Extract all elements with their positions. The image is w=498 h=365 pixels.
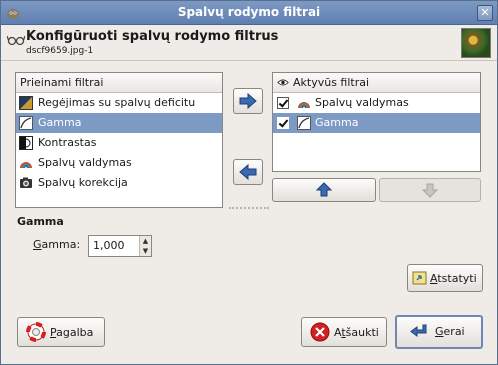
gamma-icon (19, 116, 33, 130)
gamma-label-mnemonic: G (33, 238, 42, 251)
arrow-left-icon (239, 163, 257, 181)
list-item-label: Spalvų korekcija (38, 176, 128, 189)
cancel-icon (310, 322, 330, 342)
return-arrow-icon (410, 324, 427, 337)
dialog-title: Konfigūruoti spalvų rodymo filtrus (26, 29, 279, 44)
remove-filter-button[interactable] (233, 159, 263, 185)
active-item-gamma[interactable]: Gamma (273, 113, 480, 133)
gamma-label-text: amma: (41, 238, 81, 251)
list-item-color-correction[interactable]: Spalvų korekcija (16, 173, 222, 193)
spin-down-button[interactable]: ▼ (140, 246, 151, 256)
color-management-icon (20, 162, 32, 169)
add-filter-button[interactable] (233, 88, 263, 114)
ok-label: Gerai (435, 317, 465, 347)
reset-text: tstatyti (437, 272, 477, 285)
enable-checkbox[interactable] (277, 97, 289, 109)
enable-checkbox[interactable] (277, 117, 289, 129)
ok-text: erai (443, 325, 465, 338)
list-item-color-deficient[interactable]: Regėjimas su spalvų deficitu (16, 93, 222, 113)
active-filters-list[interactable]: Aktyvūs filtrai Spalvų valdymas Gamma (272, 72, 481, 172)
spin-arrows: ▲ ▼ (139, 236, 151, 256)
color-management-icon (298, 102, 310, 109)
active-filters-header-label: Aktyvūs filtrai (293, 76, 370, 89)
cancel-text: šaukti (345, 326, 379, 339)
window-title: Spalvų rodymo filtrai (177, 5, 321, 19)
lifebuoy-icon (26, 322, 46, 342)
cancel-label: Atšaukti (334, 318, 379, 346)
cancel-button[interactable]: Atšaukti (301, 317, 387, 347)
color-deficient-icon (19, 96, 33, 110)
title-bar: Spalvų rodymo filtrai ✕ (1, 1, 497, 25)
contrast-icon (19, 136, 33, 150)
spin-up-button[interactable]: ▲ (140, 236, 151, 246)
active-filters-header: Aktyvūs filtrai (273, 73, 480, 93)
gamma-icon (297, 116, 311, 130)
ok-mnemonic: G (435, 325, 444, 338)
active-item-label: Spalvų valdymas (315, 96, 409, 109)
pane-resize-handle[interactable] (229, 207, 269, 210)
list-item-gamma[interactable]: Gamma (16, 113, 222, 133)
dialog-header: Konfigūruoti spalvų rodymo filtrus dscf9… (1, 25, 497, 61)
image-thumbnail (461, 28, 491, 58)
arrow-right-icon (239, 92, 257, 110)
glasses-icon (7, 35, 25, 46)
color-correction-icon (20, 177, 32, 188)
list-item-label: Regėjimas su spalvų deficitu (38, 96, 196, 109)
available-filters-header: Prieinami filtrai (16, 73, 222, 93)
help-button[interactable]: Pagalba (17, 317, 105, 347)
active-item-color-management[interactable]: Spalvų valdymas (273, 93, 480, 113)
help-label: Pagalba (50, 318, 93, 346)
list-item-label: Kontrastas (38, 136, 97, 149)
available-filters-list[interactable]: Prieinami filtrai Regėjimas su spalvų de… (15, 72, 223, 208)
reset-button[interactable]: Atstatyti (407, 264, 483, 292)
image-name: dscf9659.jpg-1 (26, 46, 94, 56)
list-item-color-management[interactable]: Spalvų valdymas (16, 153, 222, 173)
list-item-contrast[interactable]: Kontrastas (16, 133, 222, 153)
active-item-label: Gamma (315, 116, 359, 129)
gamma-spinbutton[interactable]: 1,000 ▲ ▼ (88, 235, 152, 257)
move-down-button[interactable] (379, 178, 481, 202)
arrow-up-icon (315, 182, 333, 197)
gamma-label: Gamma: (33, 238, 80, 251)
help-text: agalba (56, 326, 94, 339)
list-item-label: Gamma (38, 116, 82, 129)
arrow-down-icon (421, 183, 439, 198)
settings-section-title: Gamma (17, 215, 64, 228)
eye-icon (277, 79, 289, 86)
close-button[interactable]: ✕ (477, 5, 493, 21)
reset-label: Atstatyti (430, 265, 477, 291)
gamma-value[interactable]: 1,000 (93, 239, 125, 252)
ok-button[interactable]: Gerai (395, 315, 483, 349)
reset-icon (412, 271, 427, 285)
move-up-button[interactable] (272, 178, 376, 202)
list-item-label: Spalvų valdymas (38, 156, 132, 169)
dialog-window: Spalvų rodymo filtrai ✕ Konfigūruoti spa… (0, 0, 498, 365)
